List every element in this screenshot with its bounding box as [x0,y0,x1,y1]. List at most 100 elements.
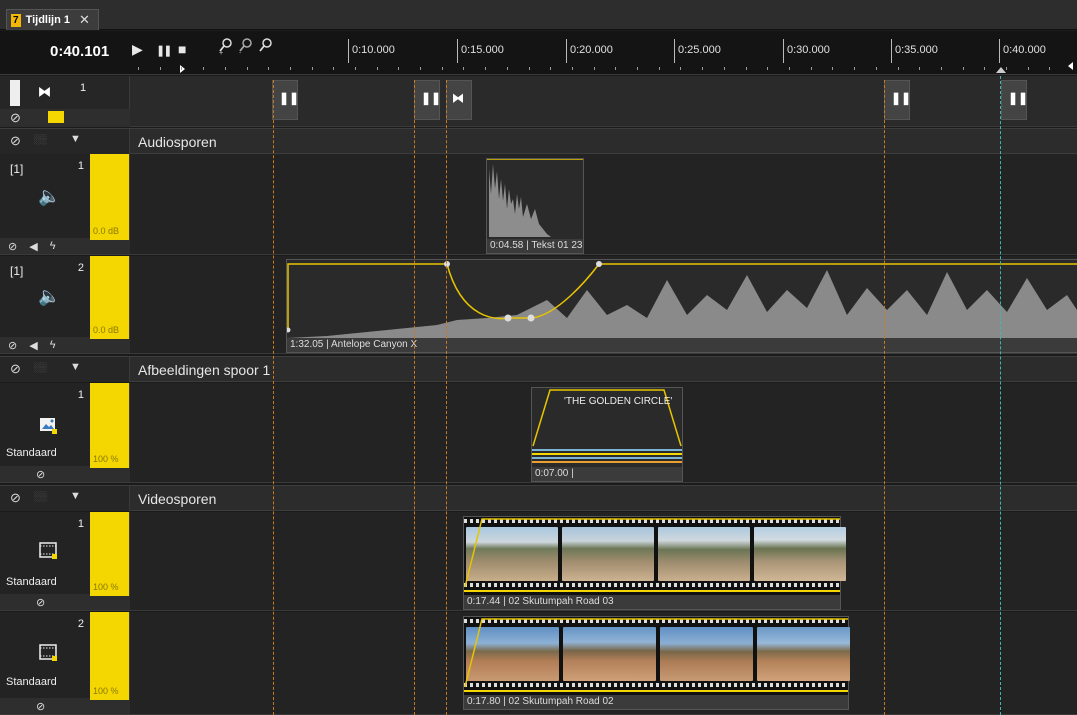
ruler-minor-tick [637,67,638,70]
pause-icon: ❚❚ [279,91,300,105]
ruler-minor-tick [594,67,595,70]
opacity-slider[interactable]: 100 % [90,612,130,714]
close-icon[interactable]: ✕ [79,12,90,28]
playhead-line[interactable] [1000,76,1001,715]
group-controls: ⊘ ░░ ▼ [0,357,130,382]
track-footer: ⊘ [0,466,90,482]
marker-guide-line [884,80,885,715]
pause-marker[interactable]: ❚❚ [272,80,300,120]
track-header: [1] 2 🔈 ⊘ ◀ ϟ [0,256,90,353]
audio-clip[interactable]: 1:32.05 | Antelope Canyon X [286,259,1077,353]
tab-title: Tijdlijn 1 [25,14,70,26]
audio-clip[interactable]: 0:04.58 | Tekst 01 23 juni 1954 [486,158,584,254]
mute-icon[interactable]: ⊘ [10,110,21,126]
timecode-display: 0:40.101 [50,43,110,60]
pause-marker[interactable]: ❚❚ [414,80,442,120]
audio-track-2: [1] 2 🔈 ⊘ ◀ ϟ 0.0 dB 1:32.05 | Antelope … [0,256,1077,354]
speaker-small-icon[interactable]: ◀ [29,240,37,253]
ruler-minor-tick [832,67,833,70]
ruler-label: 0:40.000 [1003,44,1046,56]
track-header: 1 Standaard ⊘ [0,383,90,482]
pause-marker[interactable]: ❚❚ [1001,80,1029,120]
ruler-minor-tick [876,67,877,70]
speaker-small-icon[interactable]: ◀ [29,339,37,352]
ruler-minor-tick [203,67,204,70]
ruler-minor-tick [398,67,399,70]
track-footer: ⊘ [0,698,90,714]
track-id: [1] [10,162,24,176]
video-clip[interactable]: 0:17.44 | 02 Skutumpah Road 03 [463,516,846,610]
ruler-label: 0:20.000 [570,44,613,56]
chevron-down-icon[interactable]: ▼ [70,361,81,373]
effects-icon[interactable]: ϟ [50,240,56,252]
mute-icon[interactable]: ⊘ [36,468,45,481]
track-mode: Standaard [6,576,57,588]
ruler-label: 0:35.000 [895,44,938,56]
ruler-minor-tick [507,67,508,70]
scroll-right-icon[interactable] [1068,62,1073,70]
image-clip[interactable]: 'THE GOLDEN CIRCLE' 0:07.00 | [531,387,683,482]
speaker-icon: 🔈 [38,286,61,306]
ruler-minor-tick [463,67,464,70]
track-footer: ⊘ ◀ ϟ [0,337,90,353]
mute-icon[interactable]: ⊘ [36,596,45,609]
effects-icon[interactable]: ϟ [50,339,56,351]
chapter-marker[interactable]: ⧓ [446,80,472,120]
marker-color-icon[interactable] [48,111,64,123]
image-icon [40,418,57,434]
opacity-slider[interactable]: 100 % [90,383,130,482]
image-track-1: 1 Standaard ⊘ 100 % 'THE GOLDEN CIRCLE' … [0,383,1077,483]
track-number: 1 [77,389,84,401]
pause-marker[interactable]: ❚❚ [884,80,911,120]
track-number: 2 [77,618,84,630]
grip-icon: ░░ [34,491,47,501]
ruler-minor-tick [572,67,573,70]
pause-icon: ❚❚ [421,91,442,105]
volume-slider[interactable]: 0.0 dB [90,256,130,353]
track-number: 1 [77,160,84,172]
marker-row: ⧓ 1 ⊘ ❚❚ ❚❚ ⧓ ❚❚ ❚❚ [0,76,1077,127]
marker-track-header: ⧓ 1 ⊘ [0,76,130,127]
ruler-minor-tick [854,67,855,70]
video-clip[interactable]: 0:17.80 | 02 Skutumpah Road 02 [463,616,850,710]
mute-icon[interactable]: ⊘ [36,700,45,713]
opacity-value: 100 % [93,582,119,592]
ruler-minor-tick [767,67,768,70]
mute-icon[interactable]: ⊘ [10,133,21,149]
tab-timeline[interactable]: 7 Tijdlijn 1 ✕ [6,9,99,30]
playhead-handle-icon[interactable] [996,67,1006,73]
ruler-minor-tick [615,67,616,70]
chevron-down-icon[interactable]: ▼ [70,490,81,502]
clip-label: 0:17.44 | 02 Skutumpah Road 03 [464,595,840,609]
track-id: [1] [10,264,24,278]
opacity-envelope [464,518,840,592]
track-number: 2 [77,262,84,274]
pause-icon: ❚❚ [1008,91,1029,105]
marker-guide-line [414,80,415,715]
track-mode: Standaard [6,447,57,459]
ruler-minor-tick [247,67,248,70]
ruler-minor-tick [529,67,530,70]
ruler-label: 0:15.000 [461,44,504,56]
mute-icon[interactable]: ⊘ [10,490,21,506]
ruler-label: 0:25.000 [678,44,721,56]
ruler-minor-tick [355,67,356,70]
speaker-icon: 🔈 [38,186,61,206]
mute-icon[interactable]: ⊘ [8,339,17,352]
volume-slider[interactable]: 0.0 dB [90,154,130,254]
ruler-minor-tick [485,67,486,70]
chevron-down-icon[interactable]: ▼ [70,133,81,145]
ruler-minor-tick [811,67,812,70]
ruler-minor-tick [442,67,443,70]
track-footer: ⊘ [0,594,90,610]
grip-icon: ░░ [34,362,47,372]
ruler-minor-tick [160,67,161,70]
opacity-slider[interactable]: 100 % [90,512,130,610]
time-ruler[interactable]: 0:10.000 0:15.000 0:20.000 0:25.000 0:30… [130,31,1077,75]
mute-icon[interactable]: ⊘ [10,361,21,377]
images-group-header: ⊘ ░░ ▼ Afbeeldingen spoor 1 [0,356,1077,382]
opacity-footer [90,468,130,482]
mute-icon[interactable]: ⊘ [8,240,17,253]
chapter-marker-icon: ⧓ [452,91,464,105]
film-icon [39,644,57,661]
